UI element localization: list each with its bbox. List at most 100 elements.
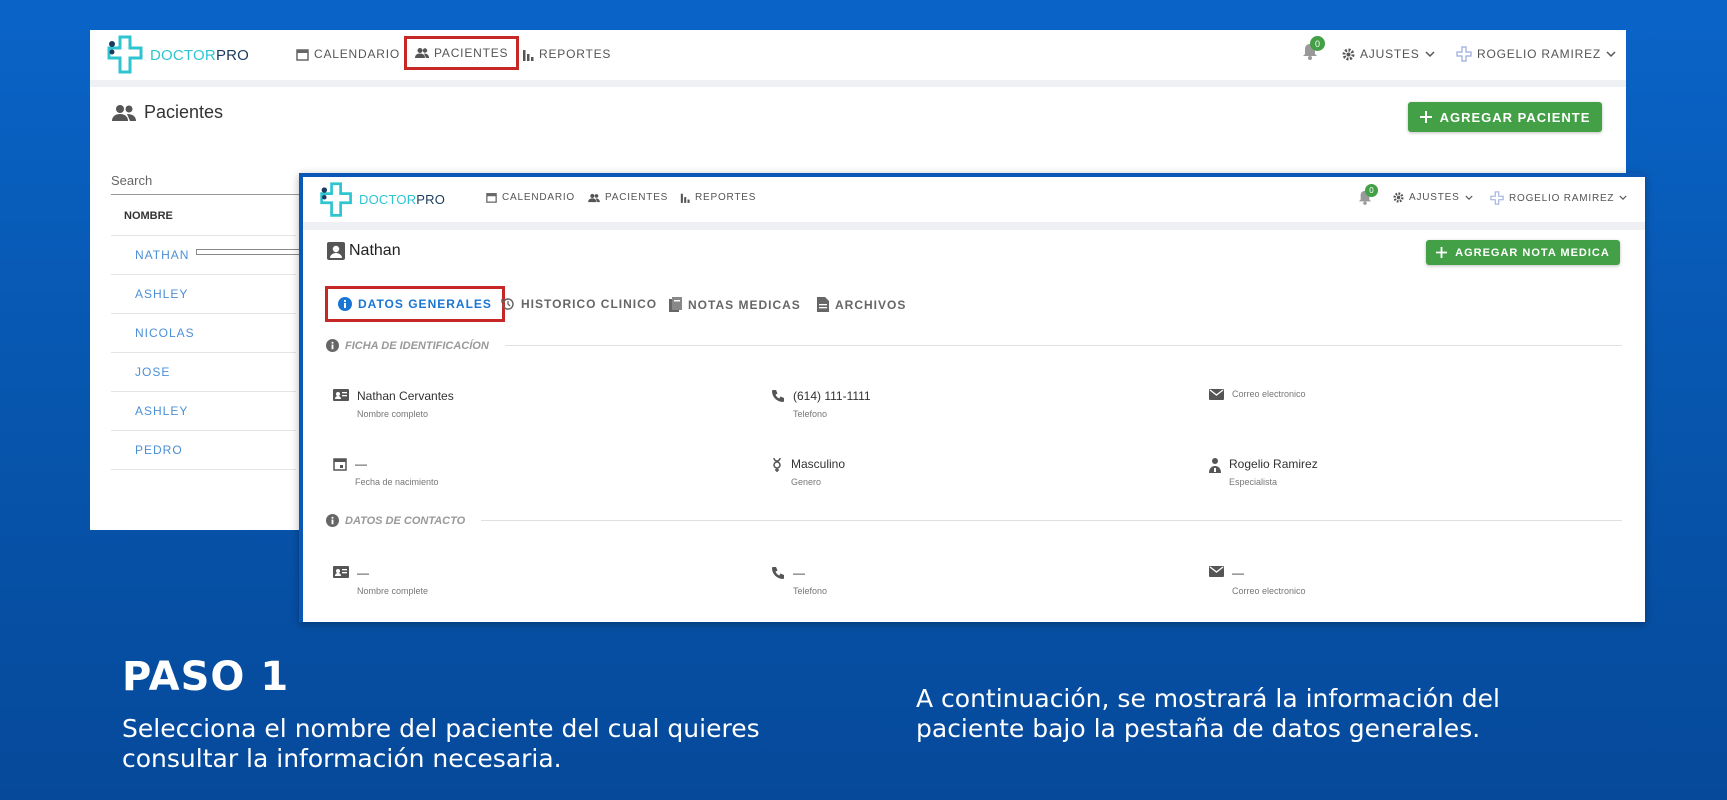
notification-badge: 0 (1310, 36, 1325, 51)
nav-calendar-label: CALENDARIO (314, 47, 401, 61)
gear-icon (1393, 192, 1404, 203)
history-icon (501, 297, 515, 311)
specialist-label: Especialista (1229, 477, 1278, 487)
nav-calendar-label: CALENDARIO (502, 192, 576, 203)
front-navbar: DOCTORPRO CALENDARIO PACIENTES REPORTES … (303, 177, 1645, 222)
field-contact-name: — Nombre complete (333, 566, 428, 596)
clipboard-icon (669, 297, 682, 312)
section-identification: FICHA DE IDENTIFICACÍON (326, 339, 1622, 352)
calendar-icon (486, 192, 497, 203)
front-logo[interactable]: DOCTORPRO (317, 181, 445, 219)
field-gender: Masculino Genero (771, 457, 845, 487)
section-identification-title: FICHA DE IDENTIFICACÍON (345, 339, 489, 352)
tab-historico-clinico[interactable]: HISTORICO CLINICO (501, 297, 657, 311)
user-menu[interactable]: ROGELIO RAMIREZ (1456, 46, 1616, 62)
section-divider (481, 520, 1622, 521)
notifications-button[interactable]: 0 (1302, 36, 1325, 65)
calendar-icon (296, 48, 309, 61)
user-logo-icon (1490, 191, 1504, 205)
bar-chart-icon (522, 48, 534, 61)
search-input[interactable]: Search (111, 173, 311, 195)
logo-text-doctor: DOCTOR (359, 192, 417, 207)
phone-value: (614) 111-1111 (793, 389, 871, 403)
nav-calendar[interactable]: CALENDARIO (296, 47, 400, 61)
add-patient-label: AGREGAR PACIENTE (1439, 109, 1591, 125)
field-birth-date: — Fecha de nacimiento (333, 457, 439, 487)
user-menu[interactable]: ROGELIO RAMIREZ (1490, 191, 1627, 205)
step-title: PASO 1 (122, 654, 290, 700)
table-header: NOMBRE (111, 197, 296, 236)
logo-text-pro: PRO (416, 192, 446, 207)
notifications-button[interactable]: 0 (1358, 184, 1378, 210)
cross-logo-icon (317, 181, 357, 219)
step-right-description: A continuación, se mostrará la informaci… (916, 684, 1500, 743)
patient-header: Nathan (327, 242, 401, 260)
bar-chart-icon (680, 192, 690, 203)
contact-phone-value: — (793, 566, 805, 580)
contact-name-value: — (357, 566, 369, 580)
contact-name-label: Nombre complete (357, 586, 429, 596)
chevron-down-icon (1465, 195, 1473, 201)
settings-menu[interactable]: AJUSTES (1342, 47, 1435, 61)
tab-archivos-label: ARCHIVOS (835, 297, 907, 312)
id-card-icon (333, 566, 349, 578)
nav-patients[interactable]: PACIENTES (588, 192, 668, 203)
logo-text-pro: PRO (215, 46, 250, 64)
people-icon (415, 47, 429, 59)
patient-name: Nathan (349, 242, 401, 259)
back-navbar: DOCTORPRO CALENDARIO PACIENTES REPORTES … (90, 30, 1626, 80)
birth-date-label: Fecha de nacimiento (355, 477, 439, 487)
patient-row-ashley[interactable]: ASHLEY (111, 275, 296, 314)
cross-logo-icon (104, 34, 148, 76)
field-contact-phone: — Telefono (771, 566, 827, 596)
back-page-header: Pacientes (112, 102, 223, 123)
back-divider (90, 80, 1626, 87)
gender-value: Masculino (791, 457, 846, 471)
chevron-down-icon (1606, 50, 1616, 58)
chevron-down-icon (1425, 50, 1435, 58)
document-icon (817, 297, 829, 312)
front-divider (303, 222, 1645, 230)
section-divider (504, 345, 1622, 346)
calendar-event-icon (333, 457, 347, 471)
patient-row-nathan[interactable]: NATHAN (111, 236, 296, 275)
contact-email-label: Correo electronico (1232, 586, 1306, 596)
full-name-label: Nombre completo (357, 409, 429, 419)
chevron-down-icon (1619, 195, 1627, 201)
doctor-icon (1209, 457, 1221, 473)
back-logo[interactable]: DOCTORPRO (104, 34, 249, 76)
phone-icon (771, 389, 785, 403)
tab-archivos[interactable]: ARCHIVOS (817, 297, 906, 312)
settings-menu[interactable]: AJUSTES (1393, 192, 1473, 203)
user-name-label: ROGELIO RAMIREZ (1509, 192, 1615, 204)
nav-calendar[interactable]: CALENDARIO (486, 192, 575, 203)
person-card-icon (327, 242, 345, 260)
tab-notas-medicas[interactable]: NOTAS MEDICAS (669, 297, 801, 312)
gear-icon (1342, 48, 1355, 61)
specialist-value: Rogelio Ramirez (1229, 457, 1318, 471)
nav-reports[interactable]: REPORTES (680, 192, 756, 203)
mail-icon (1209, 389, 1224, 400)
nav-patients[interactable]: PACIENTES (404, 36, 520, 70)
mail-icon (1209, 566, 1224, 577)
people-icon (588, 193, 600, 203)
people-icon (112, 104, 136, 122)
notification-badge: 0 (1365, 184, 1378, 197)
id-card-icon (333, 389, 349, 401)
settings-label: AJUSTES (1409, 192, 1460, 203)
plus-icon (1436, 247, 1448, 258)
section-contact: DATOS DE CONTACTO (326, 514, 1622, 527)
add-patient-button[interactable]: AGREGAR PACIENTE (1408, 102, 1602, 132)
page-title: Pacientes (144, 102, 224, 122)
patient-row-ashley-2[interactable]: ASHLEY (111, 392, 296, 431)
patient-row-nicolas[interactable]: NICOLAS (111, 314, 296, 353)
patient-row-jose[interactable]: JOSE (111, 353, 296, 392)
gender-icon (771, 457, 783, 473)
user-name-label: ROGELIO RAMIREZ (1477, 47, 1602, 61)
field-full-name: Nathan Cervantes Nombre completo (333, 389, 454, 419)
patient-row-pedro[interactable]: PEDRO (111, 431, 296, 470)
nav-reports[interactable]: REPORTES (522, 47, 611, 61)
tab-datos-generales[interactable]: DATOS GENERALES (325, 286, 505, 322)
user-logo-icon (1456, 46, 1472, 62)
add-medical-note-button[interactable]: AGREGAR NOTA MEDICA (1426, 240, 1620, 265)
